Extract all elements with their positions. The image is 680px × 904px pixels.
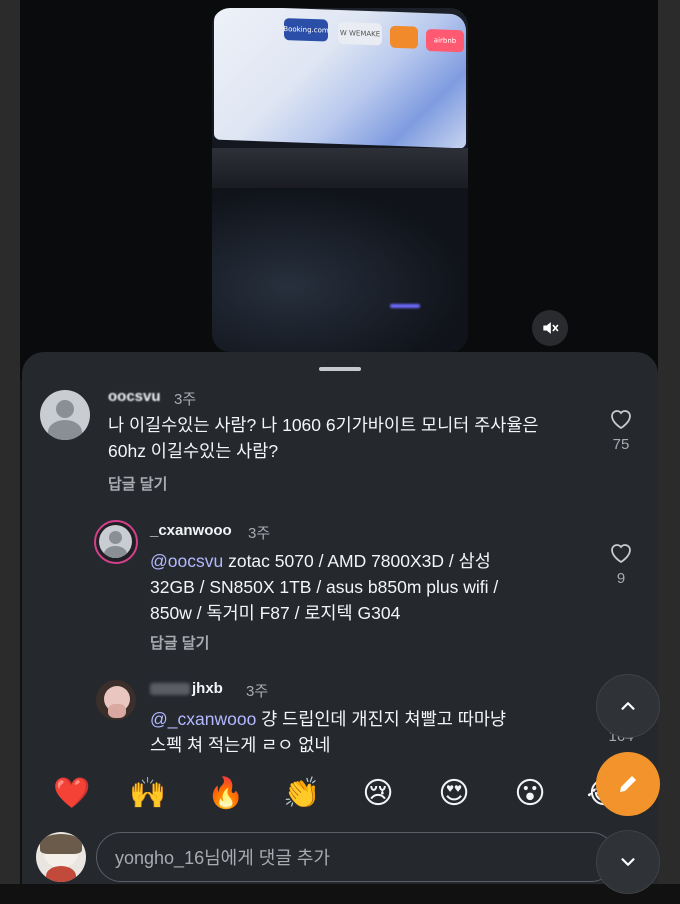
video-tile xyxy=(390,25,418,49)
comment-input-placeholder: yongho_16님에게 댓글 추가 xyxy=(115,848,331,868)
like-count: 9 xyxy=(616,570,626,587)
comment-time: 3주 xyxy=(248,525,271,542)
video-light-glow xyxy=(390,304,420,308)
reply-button[interactable]: 답글 달기 xyxy=(150,632,209,653)
like-heart-icon[interactable] xyxy=(609,408,633,430)
comment-time: 3주 xyxy=(174,391,197,408)
compose-button[interactable] xyxy=(596,752,660,816)
emoji-fire[interactable]: 🔥 xyxy=(206,776,246,811)
comment-username[interactable]: _cxanwooo xyxy=(150,522,232,539)
scroll-up-button[interactable] xyxy=(596,674,660,738)
right-backdrop xyxy=(658,0,680,904)
emoji-raised-hands[interactable]: 🙌 xyxy=(128,776,168,811)
video-tile: Booking.com xyxy=(283,18,329,42)
emoji-clap[interactable]: 👏 xyxy=(282,776,322,811)
video-tile: W WEMAKE xyxy=(338,21,382,46)
comment-text: 나 이길수있는 사람? 나 1060 6기가바이트 모니터 주사율은 60hz … xyxy=(108,415,539,461)
video-laptop-screen: Booking.com W WEMAKE airbnb xyxy=(214,8,466,149)
left-backdrop xyxy=(0,0,20,904)
mention-link[interactable]: @_cxanwooo xyxy=(150,709,256,729)
chevron-up-icon xyxy=(621,702,635,710)
mute-button[interactable] xyxy=(532,310,568,346)
chevron-down-icon xyxy=(621,858,635,866)
video-dark-scene xyxy=(212,188,468,352)
comment-text: @_cxanwooo 걍 드립인데 개진지 쳐빨고 따마냥 스펙 쳐 적는게 ㄹ… xyxy=(150,709,507,755)
reply-button[interactable]: 답글 달기 xyxy=(108,473,167,494)
video-laptop-base xyxy=(212,148,468,188)
emoji-heart[interactable]: ❤️ xyxy=(52,776,92,811)
comment-time: 3주 xyxy=(246,683,269,700)
comment-input[interactable]: yongho_16님에게 댓글 추가 xyxy=(96,832,616,882)
comments-sheet: oocsvu 3주 나 이길수있는 사람? 나 1060 6기가바이트 모니터 … xyxy=(22,352,658,904)
scroll-down-button[interactable] xyxy=(596,830,660,894)
video-tile: airbnb xyxy=(426,29,464,53)
reel-video[interactable]: Booking.com W WEMAKE airbnb xyxy=(212,8,468,352)
emoji-crying[interactable]: 😢 xyxy=(358,776,398,811)
quick-emoji-bar: ❤️ 🙌 🔥 👏 😢 😍 😮 😂 xyxy=(22,776,658,826)
my-avatar xyxy=(36,832,86,882)
like-heart-icon[interactable] xyxy=(609,542,633,564)
mention-link[interactable]: @oocsvu xyxy=(150,551,223,571)
avatar[interactable] xyxy=(96,680,136,720)
like-count: 75 xyxy=(612,436,630,453)
bottom-strip xyxy=(0,884,680,904)
sheet-drag-handle[interactable] xyxy=(319,367,361,371)
comment-username[interactable]: oocsvu xyxy=(108,388,161,405)
emoji-heart-eyes[interactable]: 😍 xyxy=(434,776,474,811)
avatar[interactable] xyxy=(94,520,138,564)
emoji-surprised[interactable]: 😮 xyxy=(510,776,550,811)
avatar[interactable] xyxy=(40,390,90,440)
comment-username[interactable]: jhxb xyxy=(150,680,223,697)
muted-speaker-icon xyxy=(543,322,559,334)
comment-text: @oocsvu zotac 5070 / AMD 7800X3D / 삼성 32… xyxy=(150,551,499,623)
pencil-icon xyxy=(620,776,636,792)
